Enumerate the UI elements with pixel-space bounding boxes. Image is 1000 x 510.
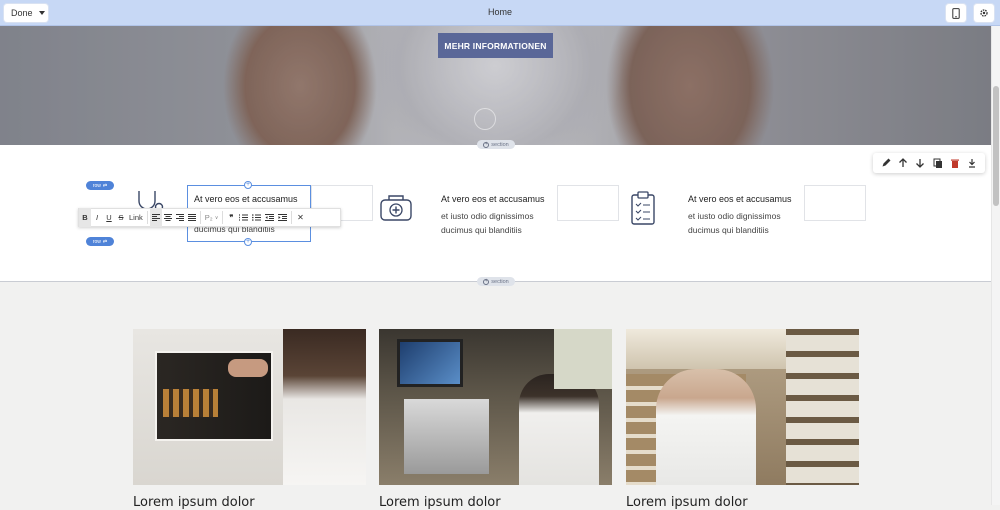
section-handle-top[interactable]: + section	[477, 140, 515, 149]
link-button[interactable]: Link	[127, 208, 145, 227]
outdent-button[interactable]	[263, 208, 276, 227]
bullet-list-button[interactable]	[250, 208, 263, 227]
mobile-preview-button[interactable]	[946, 4, 966, 22]
feature-text[interactable]: et iusto odio dignissimos ducimus qui bl…	[441, 209, 561, 237]
lab-microscope-image[interactable]	[379, 329, 612, 485]
delete-icon[interactable]	[948, 156, 962, 170]
outdent-icon	[265, 214, 275, 221]
lab-wall	[554, 329, 612, 389]
row-handle-label: row	[92, 182, 101, 189]
copy-icon[interactable]	[931, 156, 945, 170]
scrollbar-thumb[interactable]	[993, 86, 999, 206]
page-name: Home	[487, 7, 512, 17]
card-title[interactable]: Lorem ipsum dolor	[379, 495, 501, 510]
medical-kit-icon	[380, 195, 412, 221]
feature-title[interactable]: At vero eos et accusamus	[441, 194, 545, 204]
row-handle-bottom[interactable]: row ⇄	[86, 237, 114, 246]
front-shelves	[786, 329, 859, 485]
doctor-xray-image[interactable]	[133, 329, 366, 485]
toolbar-divider	[199, 211, 201, 224]
mobile-icon	[952, 7, 960, 19]
align-right-button[interactable]	[174, 208, 186, 227]
section-toolbar	[873, 153, 985, 173]
settings-button[interactable]	[974, 4, 994, 22]
ordered-list-icon	[239, 214, 249, 221]
scientist-figure	[519, 374, 599, 485]
vertical-scrollbar[interactable]	[991, 26, 1000, 505]
plus-icon: +	[483, 278, 490, 285]
edit-icon[interactable]	[879, 156, 893, 170]
bold-button[interactable]: B	[79, 208, 91, 227]
toolbar-divider	[146, 211, 148, 224]
gear-icon	[980, 9, 988, 17]
underline-button[interactable]: U	[103, 208, 115, 227]
plus-icon: +	[483, 141, 490, 148]
paragraph-style-label: P₂	[204, 213, 213, 222]
card-title[interactable]: Lorem ipsum dolor	[626, 495, 748, 510]
row-handle-label: row	[92, 238, 101, 245]
doctor-figure	[283, 329, 366, 485]
image-placeholder[interactable]	[804, 185, 866, 221]
arrow-down-icon[interactable]	[913, 156, 927, 170]
strikethrough-button[interactable]: S	[115, 208, 127, 227]
justify-button[interactable]	[186, 208, 198, 227]
arrows-icon: ⇄	[102, 182, 108, 189]
clipboard-checklist-icon	[631, 191, 655, 225]
align-left-button[interactable]	[149, 208, 162, 227]
ordered-list-button[interactable]	[237, 208, 250, 227]
feature-text-line: ducimus qui blanditiis	[688, 225, 769, 235]
add-above-icon[interactable]: +	[244, 181, 252, 189]
italic-button[interactable]: I	[91, 208, 103, 227]
align-left-icon	[151, 214, 160, 221]
justify-icon	[187, 214, 196, 221]
feature-text-line: et iusto odio dignissimos	[688, 211, 781, 221]
feature-text[interactable]: et iusto odio dignissimos ducimus qui bl…	[688, 209, 808, 237]
arrow-up-icon[interactable]	[896, 156, 910, 170]
feature-text-line: ducimus qui blanditiis	[441, 225, 522, 235]
row-handle-top[interactable]: row ⇄	[86, 181, 114, 190]
lab-machine	[404, 399, 489, 474]
download-icon[interactable]	[965, 156, 979, 170]
feature-title[interactable]: At vero eos et accusamus	[688, 194, 792, 204]
card-title[interactable]: Lorem ipsum dolor	[133, 495, 255, 510]
align-right-icon	[175, 214, 184, 221]
blockquote-button[interactable]: ❞	[225, 208, 237, 227]
pharmacist-shelves-image[interactable]	[626, 329, 859, 485]
hero-pocket-detail	[474, 108, 496, 130]
align-center-icon	[163, 214, 172, 221]
doctor-hand	[228, 359, 268, 377]
toolbar-divider	[222, 211, 224, 224]
chevron-down-icon: ∨	[214, 214, 219, 221]
laptop-screen	[397, 339, 463, 387]
feature-text-line: et iusto odio dignissimos	[441, 211, 534, 221]
feature-title[interactable]: At vero eos et accusamus	[194, 194, 298, 204]
pharmacist-figure	[656, 369, 756, 485]
rich-text-toolbar: B I U S Link P₂ ∨ ❞ ✕	[78, 208, 341, 227]
editor-topbar: Done Home	[0, 0, 1000, 26]
arrows-icon: ⇄	[102, 238, 108, 245]
more-info-button[interactable]: MEHR INFORMATIONEN	[438, 33, 553, 58]
image-placeholder[interactable]	[557, 185, 619, 221]
toolbar-divider	[291, 211, 293, 224]
align-center-button[interactable]	[162, 208, 174, 227]
section-handle-label: section	[491, 141, 509, 148]
indent-button[interactable]	[276, 208, 289, 227]
section-handle-label: section	[491, 278, 509, 285]
paragraph-style-select[interactable]: P₂ ∨	[203, 208, 221, 227]
add-below-icon[interactable]: +	[244, 238, 252, 246]
bullet-list-icon	[252, 214, 262, 221]
hero-section: MEHR INFORMATIONEN	[0, 26, 991, 145]
section-handle-bottom[interactable]: + section	[477, 277, 515, 286]
xray-teeth	[163, 389, 218, 417]
close-toolbar-button[interactable]: ✕	[294, 208, 306, 227]
indent-icon	[278, 214, 288, 221]
